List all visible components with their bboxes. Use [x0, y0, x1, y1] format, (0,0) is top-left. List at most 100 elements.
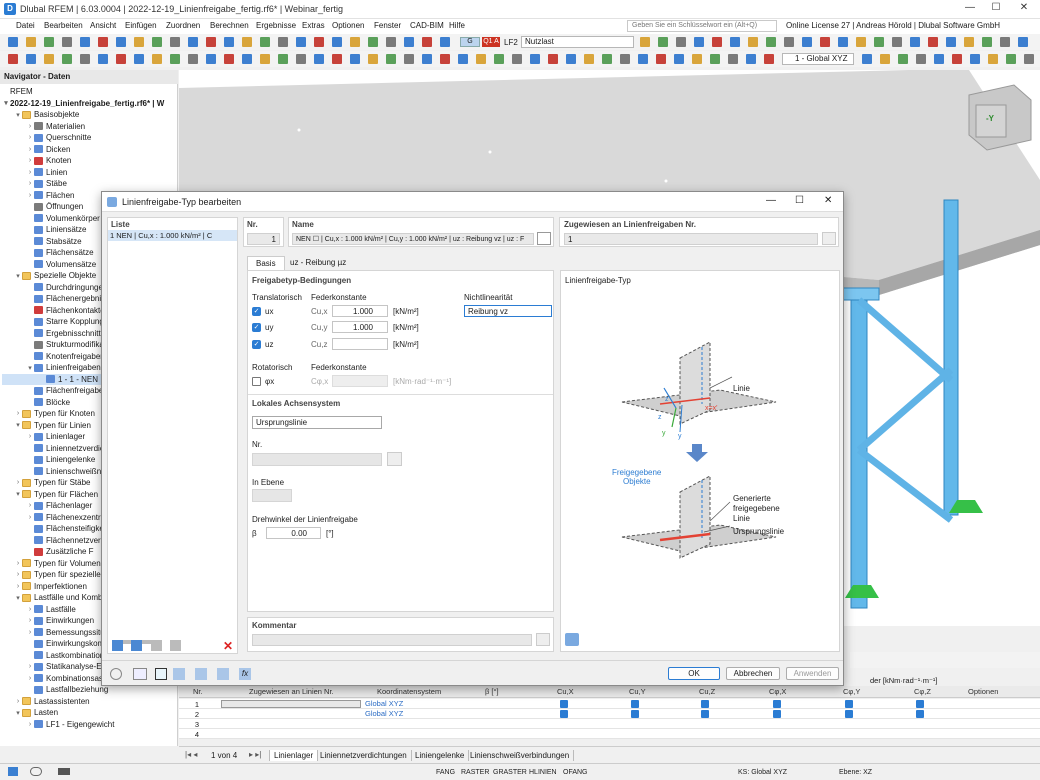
toolbar-button-icon[interactable] — [694, 37, 704, 47]
menu-fenster[interactable]: Fenster — [374, 21, 401, 30]
table-row[interactable]: 3 — [179, 719, 1040, 729]
view-cube-label[interactable]: -Y — [986, 114, 994, 123]
toolbar-button-icon[interactable] — [692, 54, 702, 64]
toolbar-button-icon[interactable] — [80, 54, 90, 64]
toolbar-button-icon[interactable] — [44, 54, 54, 64]
cphiz-check[interactable] — [916, 710, 924, 718]
nav-item[interactable]: › Knoten — [2, 155, 177, 167]
toolbar-button-icon[interactable] — [970, 54, 980, 64]
toolbar-button-icon[interactable] — [170, 54, 180, 64]
toolbar-button-icon[interactable] — [730, 37, 740, 47]
toolbar-button-icon[interactable] — [494, 54, 504, 64]
toolbar-button-icon[interactable] — [566, 54, 576, 64]
tab-liniennetzverdichtungen[interactable]: Liniennetzverdichtungen — [316, 750, 412, 761]
cux-check[interactable] — [560, 700, 568, 708]
apply-button[interactable]: Anwenden — [786, 667, 839, 680]
toolbar-button-icon[interactable] — [856, 37, 866, 47]
info-icon[interactable] — [173, 668, 185, 680]
expand-chevron-icon[interactable]: › — [26, 123, 34, 130]
tab-linienlager[interactable]: Linienlager — [269, 750, 319, 761]
toolbar-button-icon[interactable] — [898, 54, 908, 64]
coord-system-select[interactable]: 1 - Global XYZ — [782, 53, 854, 65]
nav-item[interactable]: › Lastassistenten — [2, 696, 177, 708]
toolbar-button-icon[interactable] — [98, 54, 108, 64]
toolbar-button-icon[interactable] — [332, 37, 342, 47]
nav-item[interactable]: › Materialien — [2, 121, 177, 133]
expand-chevron-icon[interactable]: › — [26, 663, 34, 670]
toolbar-button-icon[interactable] — [910, 37, 920, 47]
expand-chevron-icon[interactable]: ▾ — [14, 490, 22, 498]
status-graster[interactable]: GRASTER — [493, 769, 527, 776]
list-item[interactable]: 1 NEN | Cu,x : 1.000 kN/m² | C — [108, 230, 237, 241]
expand-chevron-icon[interactable]: ▾ — [14, 111, 22, 119]
toolbar-button-icon[interactable] — [152, 37, 162, 47]
export-icon[interactable] — [217, 668, 229, 680]
menu-einfuegen[interactable]: Einfügen — [125, 21, 157, 30]
expand-chevron-icon[interactable]: › — [26, 192, 34, 199]
toolbar-button-icon[interactable] — [710, 54, 720, 64]
toolbar-button-icon[interactable] — [440, 54, 450, 64]
toolbar-button-icon[interactable] — [278, 54, 288, 64]
toolbar-button-icon[interactable] — [98, 37, 108, 47]
toolbar-button-icon[interactable] — [674, 54, 684, 64]
expand-chevron-icon[interactable]: › — [26, 169, 34, 176]
phix-checkbox[interactable] — [252, 377, 261, 386]
cphix-input[interactable] — [332, 375, 388, 387]
nav-item[interactable]: RFEM — [2, 86, 177, 98]
expand-chevron-icon[interactable]: › — [26, 157, 34, 164]
check-icon[interactable] — [151, 640, 162, 651]
toolbar-button-icon[interactable] — [676, 37, 686, 47]
comment-library-icon[interactable] — [536, 633, 550, 646]
menu-datei[interactable]: Datei — [16, 21, 35, 30]
assigned-field[interactable]: 1 — [564, 233, 818, 245]
toolbar-button-icon[interactable] — [350, 37, 360, 47]
select-lines-icon[interactable] — [822, 232, 836, 245]
comment-input[interactable] — [252, 634, 532, 646]
expand-chevron-icon[interactable]: › — [26, 180, 34, 187]
cuy-check[interactable] — [631, 710, 639, 718]
expand-chevron-icon[interactable]: › — [26, 617, 34, 624]
toolbar-button-icon[interactable] — [1006, 54, 1016, 64]
toolbar-button-icon[interactable] — [368, 37, 378, 47]
toolbar-button-icon[interactable] — [1024, 54, 1034, 64]
cuz-check[interactable] — [701, 710, 709, 718]
toolbar-button-icon[interactable] — [224, 37, 234, 47]
expand-chevron-icon[interactable]: › — [26, 629, 34, 636]
nav-item[interactable]: › Querschnitte — [2, 132, 177, 144]
toolbar-button-icon[interactable] — [530, 54, 540, 64]
expand-chevron-icon[interactable]: › — [26, 606, 34, 613]
status-fang[interactable]: FANG — [436, 769, 455, 776]
expand-chevron-icon[interactable]: ▾ — [26, 364, 34, 372]
preview-options-icon[interactable] — [565, 633, 579, 646]
toolbar-button-icon[interactable] — [314, 37, 324, 47]
toolbar-button-icon[interactable] — [242, 54, 252, 64]
line-nr-field[interactable] — [252, 453, 382, 466]
toolbar-button-icon[interactable] — [820, 37, 830, 47]
nav-item[interactable]: › Dicken — [2, 144, 177, 156]
plane-field[interactable] — [252, 489, 292, 502]
toolbar-button-icon[interactable] — [188, 54, 198, 64]
close-window-button[interactable]: ✕ — [1012, 2, 1036, 16]
toolbar-button-icon[interactable] — [44, 37, 54, 47]
loadcase-select[interactable]: Nutzlast — [521, 36, 634, 48]
expand-chevron-icon[interactable]: › — [14, 698, 22, 705]
ok-button[interactable]: OK — [668, 667, 720, 680]
menu-cad-bim[interactable]: CAD-BIM — [410, 21, 444, 30]
toolbar-button-icon[interactable] — [1000, 37, 1010, 47]
expand-chevron-icon[interactable]: › — [14, 560, 22, 567]
menu-hilfe[interactable]: Hilfe — [449, 21, 465, 30]
first-page-button[interactable]: |◂ ◂ — [185, 750, 197, 759]
toolbar-button-icon[interactable] — [766, 37, 776, 47]
minimize-button[interactable]: — — [958, 2, 982, 16]
next-page-button[interactable]: ▸ ▸| — [249, 750, 261, 759]
toolbar-button-icon[interactable] — [548, 54, 558, 64]
maximize-button[interactable]: ☐ — [984, 2, 1008, 16]
cphiy-check[interactable] — [845, 700, 853, 708]
toolbar-button-icon[interactable] — [802, 37, 812, 47]
tab-uz-reibung[interactable]: uz - Reibung µz — [282, 256, 354, 270]
expand-chevron-icon[interactable]: › — [14, 571, 22, 578]
toolbar-button-icon[interactable] — [62, 54, 72, 64]
toolbar-button-icon[interactable] — [620, 54, 630, 64]
toolbar-button-icon[interactable] — [296, 37, 306, 47]
assigned-lines-field[interactable] — [221, 700, 361, 708]
